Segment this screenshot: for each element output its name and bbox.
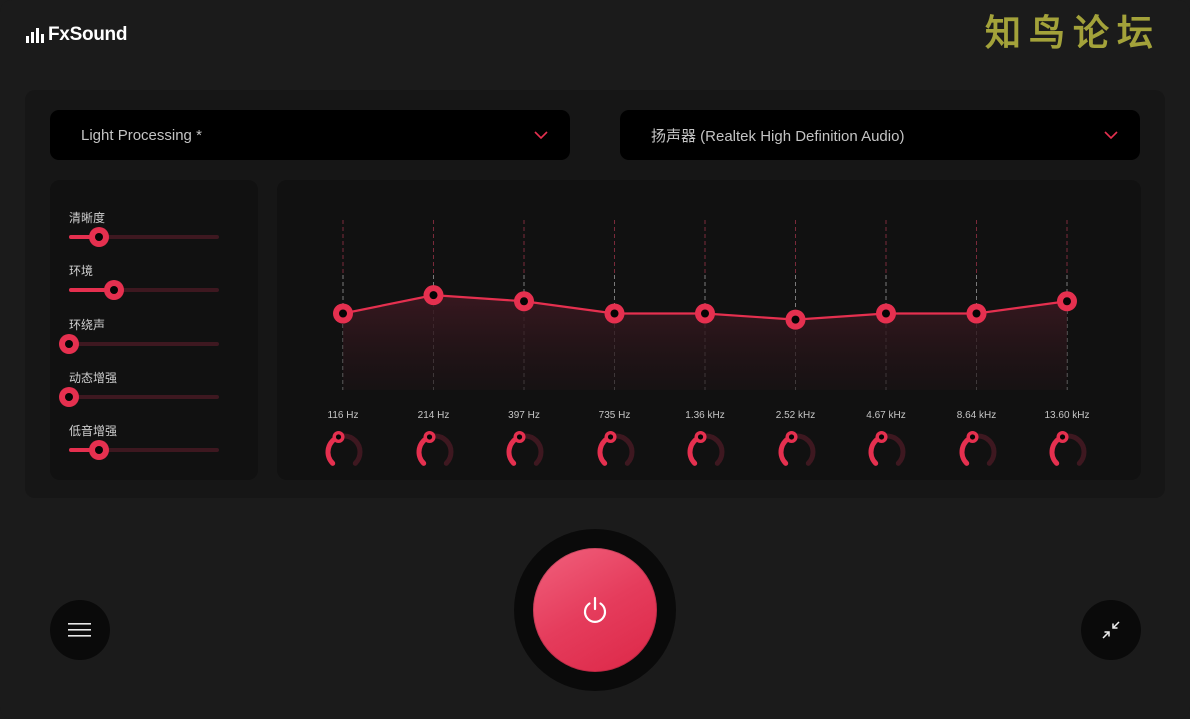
band-knob[interactable]: [775, 430, 819, 474]
band-knob[interactable]: [413, 430, 457, 474]
band-frequency-label: 13.60 kHz: [1044, 410, 1090, 421]
slider-thumb[interactable]: [59, 334, 79, 354]
effect-slider[interactable]: [69, 440, 219, 460]
output-device-value: 扬声器 (Realtek High Definition Audio): [651, 127, 905, 145]
chevron-down-icon: [534, 131, 548, 140]
band-knob[interactable]: [684, 430, 728, 474]
effect-clarity: 清晰度: [69, 209, 219, 247]
app-title: FxSound: [48, 24, 128, 45]
eq-band-handle[interactable]: [876, 303, 896, 324]
effect-slider[interactable]: [69, 227, 219, 247]
chevron-down-icon: [1104, 131, 1118, 140]
eq-band-handle[interactable]: [423, 285, 444, 306]
eq-band-handle[interactable]: [333, 303, 353, 324]
effect-surround: 环绕声: [59, 316, 219, 354]
preset-dropdown-value: Light Processing *: [81, 126, 202, 144]
band-frequency-label: 2.52 kHz: [775, 410, 816, 421]
hamburger-menu-icon: [68, 623, 91, 637]
band-knob[interactable]: [865, 430, 909, 474]
slider-thumb[interactable]: [59, 387, 79, 407]
eq-band-handle[interactable]: [785, 309, 806, 330]
band-frequency-label: 214 Hz: [417, 410, 450, 421]
output-device-dropdown[interactable]: 扬声器 (Realtek High Definition Audio): [620, 110, 1140, 160]
power-icon: [583, 596, 607, 623]
slider-thumb[interactable]: [89, 440, 109, 460]
effect-dynamic-boost: 动态增强: [59, 369, 219, 407]
effect-slider[interactable]: [59, 334, 219, 354]
eq-band-handle[interactable]: [514, 291, 534, 312]
band-knob[interactable]: [956, 430, 1000, 474]
equalizer-bars-icon: [26, 27, 44, 43]
eq-band-handle[interactable]: [604, 303, 625, 324]
effect-label: 动态增强: [69, 371, 118, 385]
watermark-text: 知鸟论坛: [985, 12, 1162, 54]
preset-dropdown[interactable]: Light Processing *: [50, 110, 570, 160]
slider-track: [69, 342, 219, 346]
minimize-view-button[interactable]: [1081, 600, 1141, 660]
power-button[interactable]: [533, 548, 657, 672]
eq-band-handle[interactable]: [966, 303, 987, 324]
band-frequency-label: 1.36 kHz: [685, 410, 725, 421]
eq-band-handle[interactable]: [695, 303, 715, 324]
band-frequency-label: 4.67 kHz: [866, 410, 906, 421]
slider-thumb[interactable]: [89, 227, 109, 247]
effect-label: 清晰度: [69, 211, 106, 225]
collapse-arrows-icon: [1102, 621, 1120, 639]
band-frequency-label: 116 Hz: [327, 410, 359, 421]
band-frequency-label: 8.64 kHz: [956, 410, 997, 421]
effect-slider[interactable]: [69, 280, 219, 300]
slider-thumb[interactable]: [104, 280, 124, 300]
menu-button[interactable]: [50, 600, 110, 660]
band-knob[interactable]: [503, 430, 547, 474]
fxsound-window: FxSound 知鸟论坛 Light Processing * 扬声器 (Rea…: [0, 0, 1190, 719]
effect-label: 环绕声: [69, 318, 106, 332]
eq-band-handle[interactable]: [1057, 291, 1077, 312]
app-logo: FxSound: [26, 24, 127, 46]
effect-label: 环境: [69, 264, 94, 278]
equalizer-panel: 116 Hz 214 Hz 397 Hz 735 Hz 1.36 kHz 2.52 kHz…: [277, 180, 1141, 480]
effect-bass-boost: 低音增强: [69, 422, 219, 460]
slider-track: [69, 395, 219, 399]
band-frequency-label: 735 Hz: [598, 410, 631, 421]
effect-ambience: 环境: [69, 262, 219, 300]
effect-label: 低音增强: [69, 424, 118, 438]
band-frequency-label: 397 Hz: [508, 410, 540, 421]
effects-panel: 清晰度 环境 环绕声 动态增强 低音增强: [50, 180, 258, 480]
band-knob[interactable]: [1046, 430, 1090, 474]
band-knob[interactable]: [594, 430, 638, 474]
effect-slider[interactable]: [59, 387, 219, 407]
band-knob[interactable]: [322, 430, 366, 474]
